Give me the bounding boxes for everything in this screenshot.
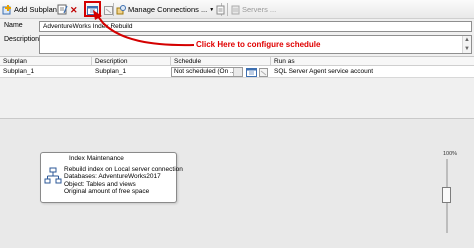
schedule-dropdown-button[interactable] xyxy=(233,68,242,76)
column-header-description[interactable]: Description xyxy=(92,57,171,66)
table-row[interactable]: Subplan_1 Subplan_1 Not scheduled (On ..… xyxy=(0,66,474,78)
task-line: Rebuild index on Local server connection xyxy=(64,166,183,173)
zoom-label: 100% xyxy=(443,151,458,157)
cell-description[interactable]: Subplan_1 xyxy=(92,66,171,78)
column-header-run-as[interactable]: Run as xyxy=(271,57,474,66)
index-task-icon xyxy=(44,167,62,184)
task-line: Object: Tables and views xyxy=(64,180,136,188)
column-header-subplan[interactable]: Subplan xyxy=(0,57,92,66)
cell-subplan[interactable]: Subplan_1 xyxy=(0,66,92,78)
zoom-slider-thumb[interactable] xyxy=(442,187,451,203)
task-title: Index Maintenance xyxy=(69,155,124,162)
subplan-grid: Subplan Description Schedule Run as Subp… xyxy=(0,56,474,78)
calendar-remove-icon[interactable] xyxy=(259,67,268,77)
calendar-icon[interactable] xyxy=(246,67,257,77)
task-details: Rebuild index on Local server connection… xyxy=(64,166,183,196)
task-line: Databases: AdventureWorks2017 xyxy=(64,173,161,181)
grid-header: Subplan Description Schedule Run as xyxy=(0,57,474,66)
callout-text: Click Here to configure schedule xyxy=(196,40,321,49)
column-header-schedule[interactable]: Schedule xyxy=(171,57,271,66)
index-maintenance-task[interactable]: Index Maintenance Rebuild index on Local… xyxy=(40,152,183,203)
task-line: Original amount of free space xyxy=(64,188,150,196)
cell-run-as[interactable]: SQL Server Agent service account xyxy=(271,66,474,78)
